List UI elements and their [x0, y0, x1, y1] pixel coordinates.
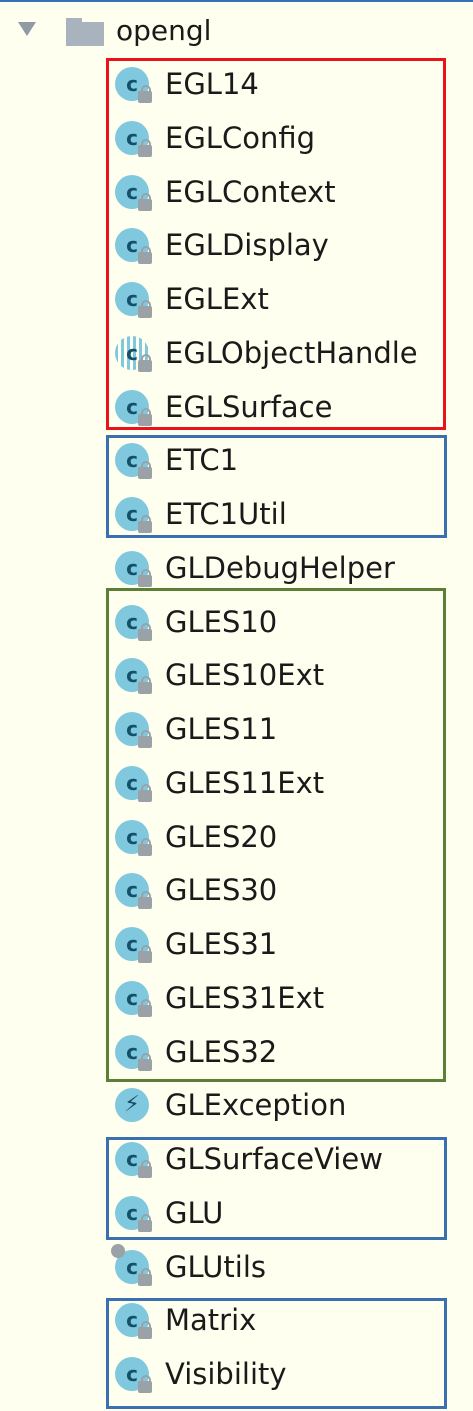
class-icon: c	[111, 1243, 152, 1286]
highlight-box-blue-misc	[106, 1298, 447, 1409]
tree-folder-opengl[interactable]: opengl	[0, 6, 473, 56]
folder-icon	[66, 18, 104, 46]
tree-item[interactable]: ⚡ GLException	[0, 1078, 473, 1132]
triangle-down-icon[interactable]	[18, 22, 36, 36]
highlight-box-blue-gl	[106, 1137, 447, 1240]
lock-icon	[138, 568, 152, 587]
highlight-box-green-gles	[106, 588, 446, 1082]
tree-item[interactable]: c GLUtils	[0, 1240, 473, 1294]
highlight-box-red	[106, 58, 446, 430]
tree-item[interactable]: c GLDebugHelper	[0, 541, 473, 595]
folder-label: opengl	[116, 14, 212, 47]
exception-class-icon: ⚡	[115, 1088, 149, 1123]
tree-item-label: GLDebugHelper	[165, 550, 395, 585]
lock-icon	[138, 1267, 152, 1286]
class-icon: c	[115, 550, 152, 587]
tree-item-label: GLUtils	[165, 1249, 267, 1284]
tree-item-label: GLException	[165, 1088, 347, 1123]
highlight-box-blue-etc	[106, 435, 447, 538]
top-border	[0, 0, 473, 2]
